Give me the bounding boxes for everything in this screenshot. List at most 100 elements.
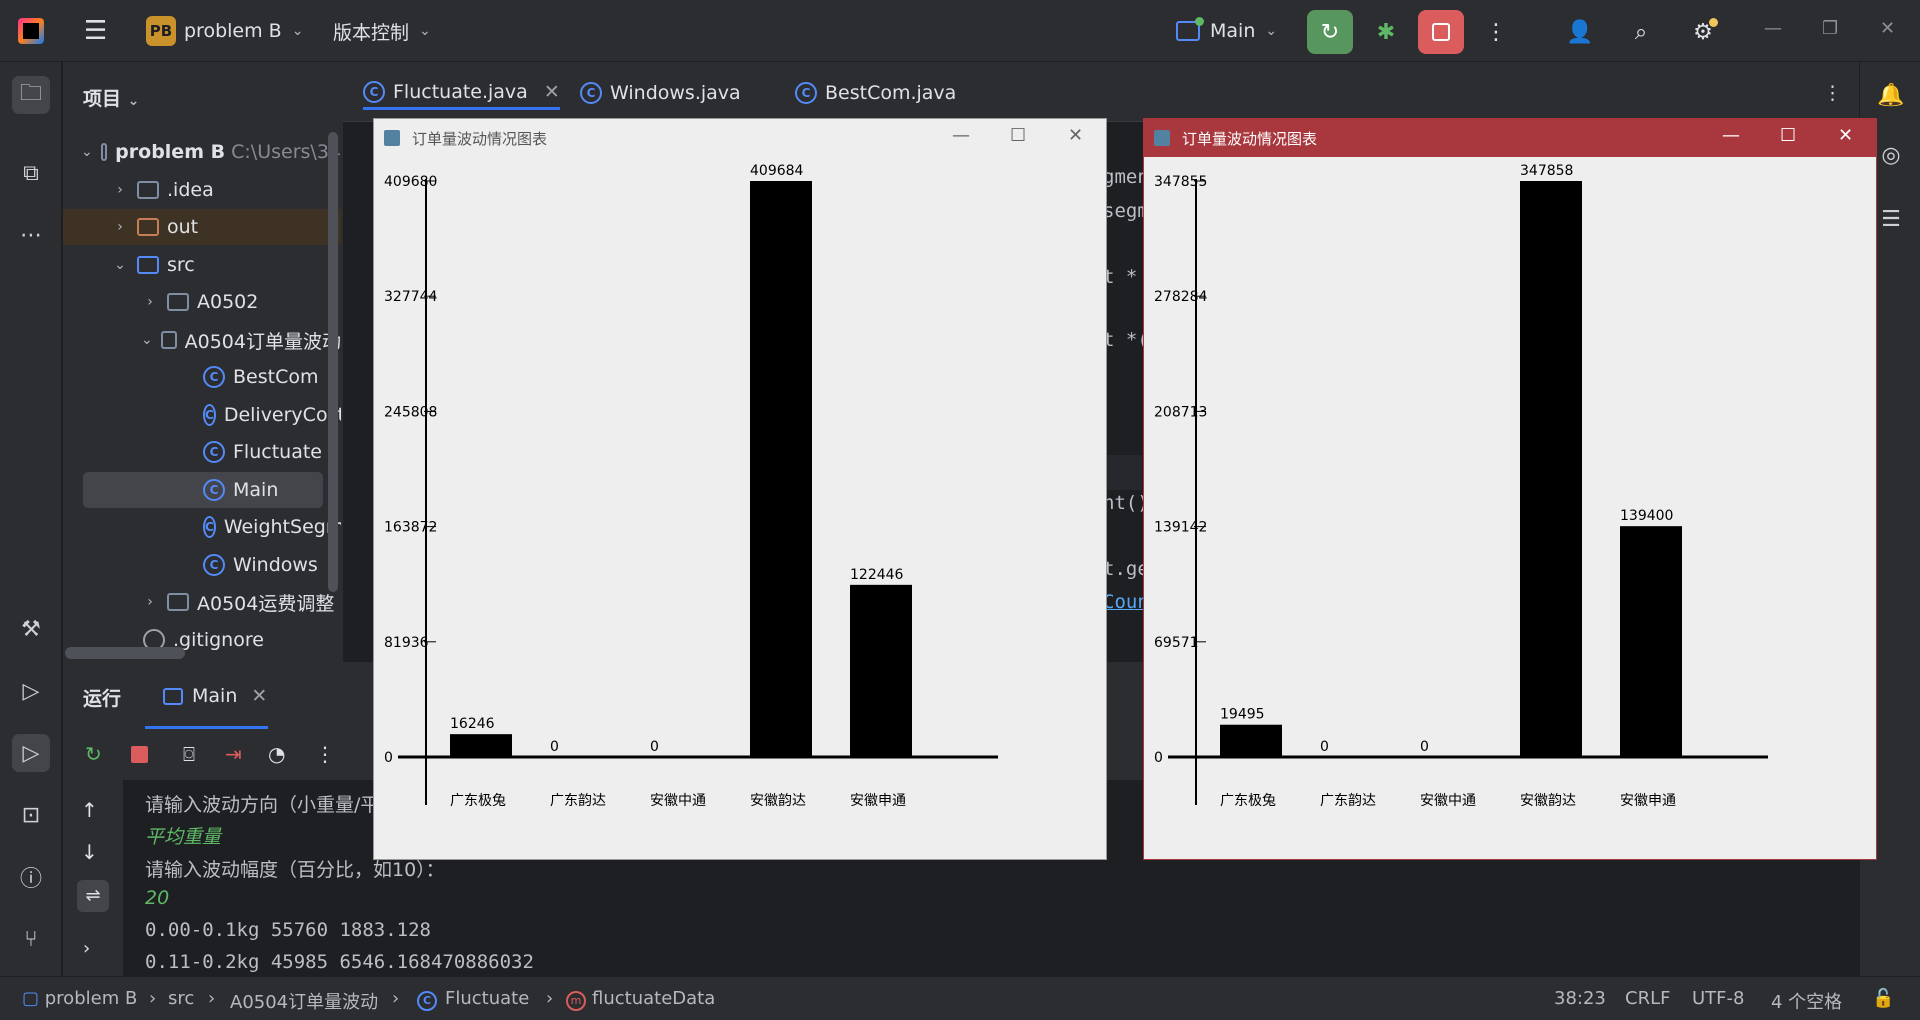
maximize-window-button[interactable]: ☐ <box>1010 125 1026 146</box>
more-tools-icon[interactable]: ⋯ <box>12 216 50 254</box>
chart-window-1[interactable]: 订单量波动情况图表 — ☐ ✕ 0 81936 163872 245808 327744… <box>374 119 1106 859</box>
close-window-button[interactable]: ✕ <box>1068 125 1083 146</box>
run-tab-main[interactable]: Main ✕ <box>163 680 267 712</box>
tab-fluctuate[interactable]: C Fluctuate.java ✕ <box>363 76 560 110</box>
rerun-icon[interactable]: ↻ <box>85 742 102 766</box>
console-line: 0.11-0.2kg 45985 6546.168470886032 <box>145 951 534 973</box>
tree-item-main[interactable]: C Main <box>83 472 323 508</box>
class-icon: C <box>203 516 216 538</box>
breadcrumb-item[interactable]: ▢ problem B <box>22 988 137 1009</box>
more-vertical-icon: ⋮ <box>1485 19 1507 45</box>
camera-icon[interactable]: ⌼ <box>183 742 195 766</box>
restore-window-button[interactable]: ❐ <box>1822 18 1838 39</box>
tree-item-project-root[interactable]: ⌄ problem B C:\Users\34 <box>63 134 341 170</box>
close-icon[interactable]: ✕ <box>544 81 560 103</box>
run-tab-underline <box>145 726 268 729</box>
tree-hscrollbar[interactable] <box>65 647 185 659</box>
debug-button[interactable]: ✱ <box>1363 10 1409 54</box>
project-folder-icon[interactable]: 🗀 <box>12 76 50 114</box>
breadcrumb-item[interactable]: A0504订单量波动 <box>230 988 378 1014</box>
file-encoding[interactable]: UTF-8 <box>1692 988 1744 1009</box>
main-menu-icon[interactable]: ☰ <box>84 12 107 50</box>
build-hammer-icon[interactable]: ⚒ <box>12 610 50 648</box>
maximize-window-button[interactable]: ☐ <box>1780 125 1796 146</box>
chevron-right-icon: › <box>149 988 157 1009</box>
tree-item-src[interactable]: ⌄ src <box>63 247 341 283</box>
caret-position[interactable]: 38:23 <box>1554 988 1606 1009</box>
y-tick-label: 0 <box>1154 750 1163 766</box>
console-line: 平均重量 <box>145 826 222 848</box>
exit-icon[interactable]: ⇥ <box>225 742 242 766</box>
terminal-icon[interactable]: ⊡ <box>12 796 50 834</box>
x-tick-label: 广东极兔 <box>450 793 506 809</box>
run-config-selector[interactable]: Main ⌄ <box>1176 12 1277 50</box>
close-window-button[interactable]: ✕ <box>1880 18 1895 39</box>
class-icon: C <box>203 554 225 576</box>
class-icon: C <box>795 82 817 104</box>
tree-item-windows[interactable]: C Windows <box>63 547 341 583</box>
chevron-down-icon: ⌄ <box>81 144 93 160</box>
git-icon[interactable]: ⑂ <box>12 920 50 958</box>
tree-item-bestcom[interactable]: C BestCom <box>63 359 341 395</box>
ai-assistant-icon[interactable]: ◎ <box>1872 136 1910 174</box>
tab-bestcom[interactable]: C BestCom.java <box>795 76 956 110</box>
minimize-window-button[interactable]: — <box>1722 125 1740 146</box>
main-class-icon: C <box>203 479 225 501</box>
breadcrumb-item[interactable]: src <box>168 988 194 1009</box>
chart-window-2[interactable]: 订单量波动情况图表 — ☐ ✕ 0 69571 139142 208713 278284… <box>1144 119 1876 859</box>
tree-item-a0502[interactable]: › A0502 <box>63 284 341 320</box>
class-icon: C <box>203 404 216 426</box>
more-actions-button[interactable]: ⋮ <box>1473 10 1519 54</box>
tree-item-fluctuate[interactable]: C Fluctuate <box>63 434 341 470</box>
database-icon[interactable]: ☰ <box>1872 200 1910 238</box>
chevron-right-icon: › <box>117 219 123 235</box>
breadcrumb-item[interactable]: C Fluctuate <box>417 988 529 1011</box>
tree-item-idea[interactable]: › .idea <box>63 172 341 208</box>
structure-icon[interactable]: ⧉ <box>12 154 50 192</box>
chevron-right-icon[interactable]: › <box>83 938 90 959</box>
line-separator[interactable]: CRLF <box>1625 988 1670 1009</box>
close-window-button[interactable]: ✕ <box>1838 125 1853 146</box>
arrow-up-icon[interactable]: ↑ <box>81 798 98 822</box>
project-switcher[interactable]: PB problem B ⌄ <box>146 12 303 50</box>
chart-window-1-titlebar[interactable]: 订单量波动情况图表 — ☐ ✕ <box>374 119 1106 157</box>
chart-window-2-titlebar[interactable]: 订单量波动情况图表 — ☐ ✕ <box>1144 119 1876 157</box>
editor-tab-bar: C Fluctuate.java ✕ C Windows.java C BestCom.… <box>343 62 1859 122</box>
stop-icon[interactable] <box>131 746 148 763</box>
chart-plot-1: 0 81936 163872 245808 327744 409680 16246 广东极兔 0… <box>374 157 1106 859</box>
minimize-window-button[interactable]: — <box>1764 18 1782 39</box>
vcs-menu[interactable]: 版本控制 ⌄ <box>333 12 431 50</box>
tree-item-deliverycost[interactable]: C DeliveryCost <box>63 397 341 433</box>
problems-icon[interactable]: ⓘ <box>12 858 50 896</box>
minimize-window-button[interactable]: — <box>952 125 970 146</box>
code-fragment: gmen <box>1103 166 1149 188</box>
soft-wrap-icon[interactable]: ⇌ <box>77 880 109 912</box>
rerun-button[interactable]: ↻ <box>1307 10 1353 54</box>
profiler-icon[interactable]: ◔ <box>268 742 285 766</box>
services-icon[interactable]: ▷ <box>12 672 50 710</box>
tree-item-out[interactable]: › out <box>63 209 341 245</box>
tabs-more-button[interactable]: ⋮ <box>1823 76 1842 110</box>
x-tick-label: 安徽韵达 <box>750 793 806 809</box>
settings-button[interactable]: ⚙ <box>1680 10 1726 54</box>
lock-icon[interactable]: 🔓 <box>1872 988 1894 1009</box>
run-tool-icon[interactable]: ▷ <box>12 734 50 772</box>
project-panel-header[interactable]: 项目 ⌄ <box>83 84 139 111</box>
stop-button[interactable] <box>1418 10 1464 54</box>
indent-setting[interactable]: 4 个空格 <box>1771 988 1842 1014</box>
tab-windows[interactable]: C Windows.java <box>580 76 741 110</box>
tree-item-a0504-fluctuation[interactable]: ⌄ A0504订单量波动 <box>63 322 341 358</box>
tree-scrollbar[interactable] <box>328 132 338 592</box>
tree-item-weightsegm[interactable]: C WeightSegm <box>63 509 341 545</box>
arrow-down-icon[interactable]: ↓ <box>81 840 98 864</box>
breadcrumb-item[interactable]: m fluctuateData <box>566 988 715 1011</box>
tree-item-a0504-shipping[interactable]: › A0504运费调整 <box>63 584 341 620</box>
close-icon[interactable]: ✕ <box>251 685 267 707</box>
notifications-bell-icon[interactable]: 🔔 <box>1872 76 1910 114</box>
console-line: 请输入波动幅度（百分比，如10）： <box>145 859 445 881</box>
search-button[interactable]: ⌕ <box>1618 10 1664 54</box>
more-vertical-icon[interactable]: ⋮ <box>315 742 335 766</box>
chart-plot-2: 0 69571 139142 208713 278284 347855 19495 广东极兔 0… <box>1144 157 1876 859</box>
code-with-me-button[interactable]: 👤 <box>1557 10 1603 54</box>
class-icon: C <box>203 441 225 463</box>
